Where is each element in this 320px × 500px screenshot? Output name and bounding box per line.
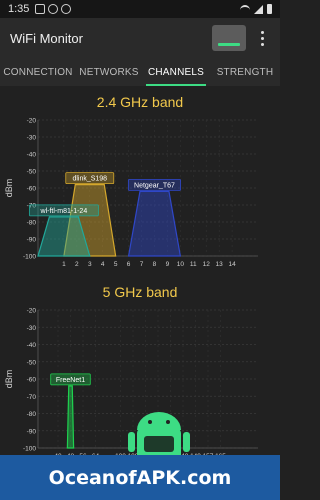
network-label: FreeNet1 <box>56 377 85 384</box>
x-tick-label: 12 <box>203 261 211 266</box>
y-tick-label: -30 <box>27 135 37 142</box>
tab-channels[interactable]: CHANNELS <box>142 58 210 86</box>
app-bar: WiFi Monitor <box>0 18 280 58</box>
tab-connection[interactable]: CONNECTION <box>0 58 76 86</box>
y-tick-label: -60 <box>27 186 37 193</box>
x-tick-label: 5 <box>114 261 118 266</box>
chart-24ghz: dBm-20-30-40-50-60-70-80-90-1001 2 3 4 5 6 7 8 9… <box>4 118 258 266</box>
x-tick-label: 1 <box>62 261 66 266</box>
overflow-menu-icon[interactable] <box>254 25 270 51</box>
x-tick-label: 2 <box>75 261 79 266</box>
y-tick-label: -20 <box>27 308 37 315</box>
app-title: WiFi Monitor <box>10 30 83 46</box>
battery-icon <box>267 4 272 14</box>
y-tick-label: -60 <box>27 377 37 384</box>
y-tick-label: -30 <box>27 325 37 332</box>
sync-icon <box>48 4 59 14</box>
x-tick-label: 11 <box>190 261 197 266</box>
watermark-banner: OceanofAPK.com <box>0 455 280 500</box>
x-tick-label: 7 <box>140 261 144 266</box>
y-tick-label: -50 <box>27 359 37 366</box>
y-tick-label: -50 <box>27 169 37 176</box>
tab-networks[interactable]: NETWORKS <box>76 58 142 86</box>
status-time: 1:35 <box>8 3 30 15</box>
y-tick-label: -70 <box>27 394 37 401</box>
signal-meter-button[interactable] <box>212 25 246 51</box>
notification-icon <box>35 4 46 14</box>
x-tick-label: 3 <box>88 261 92 266</box>
x-tick-label: 9 <box>166 261 170 266</box>
x-tick-label: 10 <box>177 261 185 266</box>
network-label: wl-ftl-m81-1-24 <box>40 208 88 215</box>
x-tick-label: 8 <box>153 261 157 266</box>
y-tick-label: -40 <box>27 152 37 159</box>
blocked-icon <box>61 4 72 14</box>
y-axis-label: dBm <box>4 370 14 389</box>
y-tick-label: -90 <box>27 237 37 244</box>
network-label: Netgear_T67 <box>134 182 175 189</box>
tab-bar: CONNECTION NETWORKS CHANNELS STRENGTH <box>0 58 280 86</box>
cell-signal-icon <box>254 4 263 14</box>
y-tick-label: -100 <box>23 446 36 453</box>
wifi-icon <box>240 5 250 13</box>
network-label: dlink_S198 <box>72 176 107 183</box>
tab-strength[interactable]: STRENGTH <box>210 58 280 86</box>
network-area <box>127 190 182 257</box>
band-5-title: 5 GHz band <box>102 284 178 300</box>
x-tick-label: 6 <box>127 261 131 266</box>
band-24-title: 2.4 GHz band <box>96 94 184 110</box>
y-tick-label: -80 <box>27 220 37 227</box>
x-tick-label: 14 <box>229 261 237 266</box>
watermark-text: OceanofAPK.com <box>48 466 232 489</box>
y-tick-label: -90 <box>27 428 37 435</box>
y-tick-label: -100 <box>23 254 36 261</box>
y-tick-label: -40 <box>27 342 37 349</box>
y-tick-label: -80 <box>27 411 37 418</box>
x-tick-label: 13 <box>216 261 224 266</box>
y-tick-label: -20 <box>27 118 37 125</box>
status-bar: 1:35 <box>0 0 280 18</box>
x-tick-label: 4 <box>101 261 105 266</box>
y-axis-label: dBm <box>4 179 14 198</box>
network-area <box>66 385 75 449</box>
